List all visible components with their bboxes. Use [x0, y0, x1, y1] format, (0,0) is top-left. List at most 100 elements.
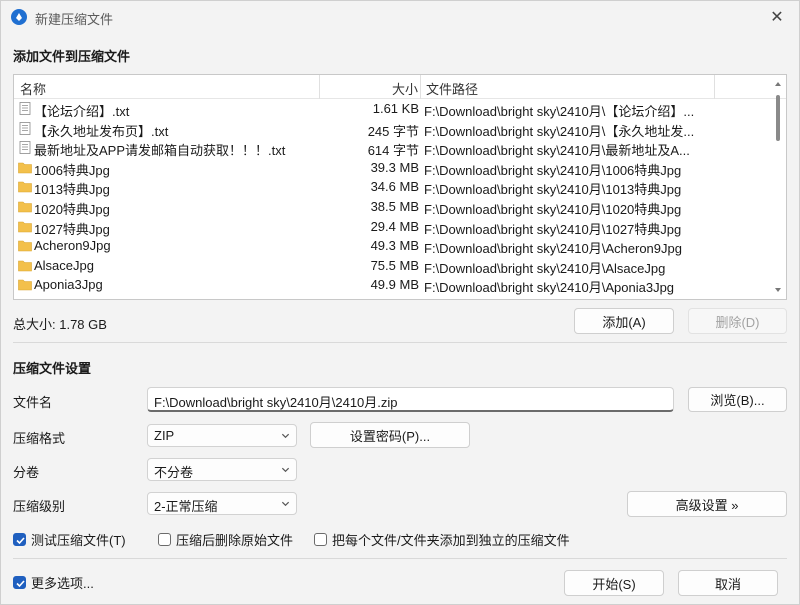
- test-archive-label: 测试压缩文件(T): [31, 532, 126, 548]
- file-path: F:\Download\bright sky\2410月\1013特典Jpg: [424, 182, 682, 198]
- checkbox-unchecked-icon[interactable]: [314, 532, 327, 546]
- file-list-row[interactable]: 【论坛介绍】.txt 1.61 KB F:\Download\bright sky\…: [14, 99, 774, 119]
- file-path: F:\Download\bright sky\2410月\【论坛介绍】...: [424, 104, 695, 119]
- delete-after-checkbox[interactable]: 压缩后删除原始文件: [158, 530, 293, 548]
- file-name: Aponia3Jpg: [34, 277, 103, 293]
- more-options-label: 更多选项...: [31, 575, 94, 591]
- chevron-down-icon: [281, 433, 290, 439]
- divider: [13, 558, 787, 559]
- advanced-settings-button[interactable]: 高级设置 »: [627, 491, 787, 517]
- file-list-row[interactable]: 1020特典Jpg 38.5 MB F:\Download\bright sky\2…: [14, 197, 774, 217]
- text-file-icon: [19, 141, 31, 155]
- file-list-row[interactable]: Aponia3Jpg 49.9 MB F:\Download\bright sky\…: [14, 275, 774, 295]
- start-button[interactable]: 开始(S): [564, 570, 664, 596]
- file-name: Acheron9Jpg: [34, 238, 111, 254]
- column-header-path[interactable]: 文件路径: [426, 79, 478, 98]
- folder-icon: [18, 260, 32, 272]
- file-size: 614 字节: [367, 143, 419, 159]
- file-list-row[interactable]: 【永久地址发布页】.txt 245 字节 F:\Download\bright sk…: [14, 119, 774, 139]
- level-label: 压缩级别: [13, 499, 66, 514]
- scrollbar-thumb[interactable]: [776, 95, 780, 141]
- file-path: F:\Download\bright sky\2410月\AlsaceJpg: [424, 260, 666, 276]
- delete-after-label: 压缩后删除原始文件: [176, 532, 294, 548]
- file-path: F:\Download\bright sky\2410月\最新地址及A...: [424, 143, 690, 159]
- file-path: F:\Download\bright sky\2410月\1006特典Jpg: [424, 162, 682, 178]
- file-list-row[interactable]: AlsaceJpg 75.5 MB F:\Download\bright sky\2…: [14, 256, 774, 276]
- scroll-up-icon[interactable]: [773, 79, 783, 89]
- file-list-row[interactable]: Acheron9Jpg 49.3 MB F:\Download\bright sky…: [14, 236, 774, 256]
- chevron-down-icon: [281, 467, 290, 473]
- set-password-button[interactable]: 设置密码(P)...: [310, 422, 470, 448]
- divider: [13, 342, 787, 343]
- file-size: 49.9 MB: [370, 277, 419, 293]
- file-name: 1006特典Jpg: [34, 162, 110, 178]
- file-name: 1020特典Jpg: [34, 201, 110, 217]
- compress-dialog: 新建压缩文件 ✕ 添加文件到压缩文件 名称 大小 文件路径 【论坛介绍】.txt…: [0, 0, 800, 605]
- scroll-down-icon[interactable]: [773, 285, 783, 295]
- chevron-down-icon: [281, 501, 290, 507]
- app-logo-icon: [11, 9, 27, 25]
- file-path: F:\Download\bright sky\2410月\1027特典Jpg: [424, 221, 682, 237]
- file-size: 38.5 MB: [370, 198, 419, 214]
- file-size: 34.6 MB: [370, 179, 419, 195]
- folder-icon: [18, 201, 32, 213]
- file-name: 最新地址及APP请发邮箱自动获取！！！.txt: [34, 143, 286, 159]
- cancel-button[interactable]: 取消: [678, 570, 778, 596]
- file-path: F:\Download\bright sky\2410月\Aponia3Jpg: [424, 280, 675, 296]
- browse-button[interactable]: 浏览(B)...: [688, 387, 787, 412]
- file-list[interactable]: 名称 大小 文件路径 【论坛介绍】.txt 1.61 KB F:\Download\…: [13, 74, 787, 300]
- settings-heading: 压缩文件设置: [13, 361, 92, 376]
- filename-label: 文件名: [13, 395, 53, 410]
- add-files-heading: 添加文件到压缩文件: [13, 49, 131, 64]
- file-list-row[interactable]: 1006特典Jpg 39.3 MB F:\Download\bright sky\2…: [14, 158, 774, 178]
- file-size: 29.4 MB: [370, 218, 419, 234]
- level-select-value: 2-正常压缩: [154, 499, 218, 514]
- add-button[interactable]: 添加(A): [574, 308, 674, 334]
- file-path: F:\Download\bright sky\2410月\Acheron9Jpg: [424, 241, 682, 257]
- format-label: 压缩格式: [13, 431, 66, 446]
- close-icon[interactable]: ✕: [767, 7, 787, 27]
- folder-icon: [18, 162, 32, 174]
- file-size: 1.61 KB: [372, 101, 419, 116]
- file-list-row[interactable]: 1027特典Jpg 29.4 MB F:\Download\bright sky\2…: [14, 217, 774, 237]
- delete-button[interactable]: 删除(D): [688, 308, 787, 334]
- file-list-row[interactable]: 1013特典Jpg 34.6 MB F:\Download\bright sky\2…: [14, 177, 774, 197]
- column-divider[interactable]: [319, 75, 320, 99]
- split-label: 分卷: [13, 465, 40, 480]
- text-file-icon: [19, 102, 31, 115]
- file-size: 75.5 MB: [370, 257, 419, 273]
- checkbox-checked-icon[interactable]: [13, 575, 26, 589]
- file-list-row[interactable]: 最新地址及APP请发邮箱自动获取！！！.txt 614 字节 F:\Download…: [14, 138, 774, 158]
- column-header-size[interactable]: 大小: [392, 79, 418, 98]
- checkbox-unchecked-icon[interactable]: [158, 532, 171, 546]
- folder-icon: [18, 280, 32, 291]
- folder-icon: [18, 221, 32, 232]
- folder-icon: [18, 182, 32, 193]
- level-select[interactable]: 2-正常压缩: [147, 492, 297, 515]
- more-options-checkbox[interactable]: 更多选项...: [13, 573, 94, 591]
- separate-archives-label: 把每个文件/文件夹添加到独立的压缩文件: [332, 532, 570, 548]
- test-archive-checkbox[interactable]: 测试压缩文件(T): [13, 530, 126, 548]
- separate-archives-checkbox[interactable]: 把每个文件/文件夹添加到独立的压缩文件: [314, 530, 570, 548]
- split-select[interactable]: 不分卷: [147, 458, 297, 481]
- file-name: AlsaceJpg: [34, 257, 94, 273]
- column-divider[interactable]: [714, 75, 715, 99]
- file-list-rows: 【论坛介绍】.txt 1.61 KB F:\Download\bright sky\…: [14, 99, 774, 295]
- file-path: F:\Download\bright sky\2410月\【永久地址发...: [424, 123, 695, 139]
- split-select-value: 不分卷: [154, 465, 194, 480]
- file-size: 49.3 MB: [370, 238, 419, 254]
- file-name: 【论坛介绍】.txt: [34, 104, 130, 119]
- title-bar: 新建压缩文件 ✕: [1, 1, 799, 33]
- file-name: 1013特典Jpg: [34, 182, 110, 198]
- file-size: 39.3 MB: [370, 159, 419, 175]
- text-file-icon: [19, 121, 31, 135]
- filename-input[interactable]: F:\Download\bright sky\2410月\2410月.zip: [147, 387, 674, 412]
- format-select[interactable]: ZIP: [147, 424, 297, 447]
- file-list-header: 名称 大小 文件路径: [14, 75, 786, 99]
- checkbox-checked-icon[interactable]: [13, 532, 26, 546]
- format-select-value: ZIP: [154, 428, 175, 443]
- column-divider[interactable]: [420, 75, 421, 99]
- folder-icon: [18, 240, 32, 252]
- column-header-name[interactable]: 名称: [20, 79, 46, 98]
- file-name: 1027特典Jpg: [34, 221, 110, 237]
